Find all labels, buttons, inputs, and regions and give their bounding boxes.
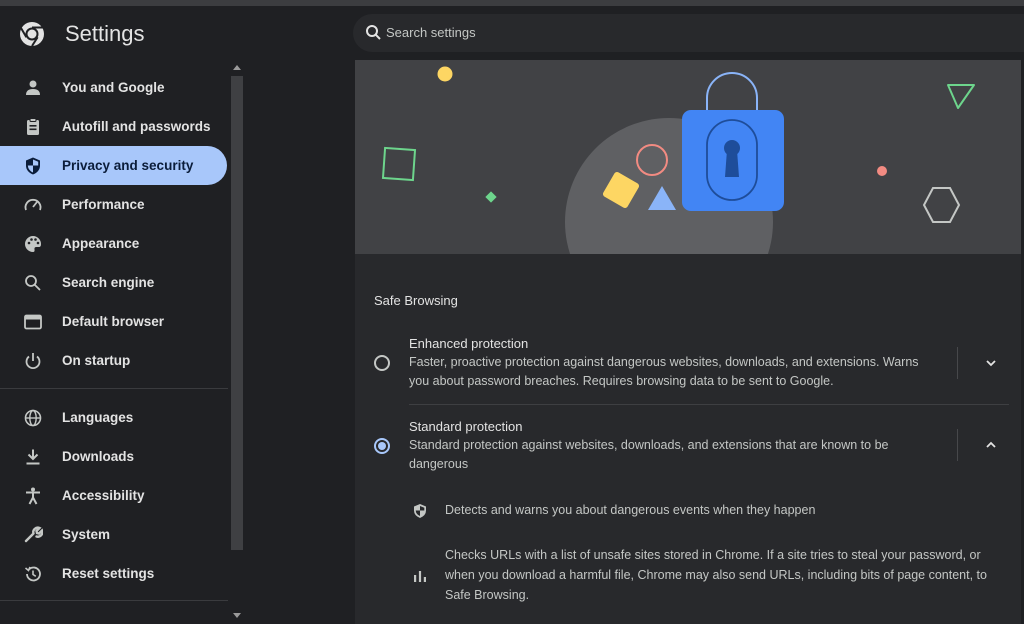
row-separator xyxy=(957,347,958,379)
row-separator xyxy=(957,429,958,461)
sidebar-item-default-browser[interactable]: Default browser xyxy=(0,302,227,341)
standard-protection-radio[interactable] xyxy=(374,438,390,454)
sidebar-item-performance[interactable]: Performance xyxy=(0,185,227,224)
scroll-up-arrow-icon[interactable] xyxy=(233,65,241,70)
history-icon xyxy=(24,566,41,582)
sidebar-item-privacy-and-security[interactable]: Privacy and security xyxy=(0,146,227,185)
sidebar-item-label: On startup xyxy=(62,353,131,368)
palette-icon xyxy=(25,236,41,252)
sidebar-divider xyxy=(0,600,228,601)
enhanced-protection-title: Enhanced protection xyxy=(409,336,529,351)
safe-browsing-card: Safe Browsing Enhanced protection Faster… xyxy=(355,60,1021,624)
sidebar-item-label: Privacy and security xyxy=(62,158,194,173)
person-icon xyxy=(26,80,40,95)
sidebar-item-label: Reset settings xyxy=(62,566,155,581)
chevron-up-icon[interactable] xyxy=(985,439,997,451)
sidebar: You and Google Autofill and passwords Pr… xyxy=(0,60,229,624)
shield-icon xyxy=(26,157,40,175)
sidebar-item-you-and-google[interactable]: You and Google xyxy=(0,68,227,107)
sidebar-scrollbar[interactable] xyxy=(229,60,245,624)
privacy-illustration xyxy=(355,60,1021,254)
enhanced-protection-radio[interactable] xyxy=(374,355,390,371)
sidebar-item-autofill[interactable]: Autofill and passwords xyxy=(0,107,227,146)
search-bar[interactable]: Search settings xyxy=(353,14,1024,52)
sidebar-item-reset-settings[interactable]: Reset settings xyxy=(0,554,227,593)
wrench-icon xyxy=(24,526,43,543)
standard-protection-title: Standard protection xyxy=(409,419,523,434)
clipboard-icon xyxy=(27,118,39,135)
header: Settings Search settings xyxy=(0,6,1024,60)
search-icon xyxy=(366,25,381,40)
scroll-thumb[interactable] xyxy=(231,76,243,550)
sidebar-item-search-engine[interactable]: Search engine xyxy=(0,263,227,302)
sidebar-item-label: Accessibility xyxy=(62,488,145,503)
sidebar-item-label: Downloads xyxy=(62,449,135,464)
sidebar-item-label: Performance xyxy=(62,197,145,212)
detail-text: Checks URLs with a list of unsafe sites … xyxy=(445,548,987,602)
speedometer-icon xyxy=(24,198,42,211)
sidebar-item-languages[interactable]: Languages xyxy=(0,398,227,437)
illustration-graphic xyxy=(381,66,975,254)
download-icon xyxy=(26,449,40,465)
detail-text: Detects and warns you about dangerous ev… xyxy=(445,503,816,517)
globe-icon xyxy=(24,409,42,427)
app-title: Settings xyxy=(65,21,145,46)
sidebar-item-label: Search engine xyxy=(62,275,155,290)
sidebar-divider xyxy=(0,388,228,389)
search-icon xyxy=(25,275,41,291)
sidebar-item-label: Appearance xyxy=(62,236,140,251)
sidebar-item-label: You and Google xyxy=(62,80,165,95)
sidebar-item-system[interactable]: System xyxy=(0,515,227,554)
power-icon xyxy=(25,353,41,370)
sidebar-item-label: Default browser xyxy=(62,314,165,329)
sidebar-item-label: Languages xyxy=(62,410,134,425)
browser-icon xyxy=(24,314,42,330)
chevron-down-icon[interactable] xyxy=(985,357,997,369)
bar-chart-icon xyxy=(414,571,426,582)
section-title: Safe Browsing xyxy=(374,293,458,308)
sidebar-item-accessibility[interactable]: Accessibility xyxy=(0,476,227,515)
sidebar-item-label: Autofill and passwords xyxy=(62,119,211,134)
accessibility-icon xyxy=(26,487,40,505)
standard-protection-description: Standard protection against websites, do… xyxy=(409,438,889,471)
sidebar-item-on-startup[interactable]: On startup xyxy=(0,341,227,380)
sidebar-item-appearance[interactable]: Appearance xyxy=(0,224,227,263)
sidebar-item-label: System xyxy=(62,527,111,542)
chrome-logo-icon xyxy=(20,22,44,47)
scroll-down-arrow-icon[interactable] xyxy=(233,613,241,618)
option-divider xyxy=(409,404,1009,405)
search-input[interactable]: Search settings xyxy=(386,25,476,40)
sidebar-item-downloads[interactable]: Downloads xyxy=(0,437,227,476)
enhanced-protection-description: Faster, proactive protection against dan… xyxy=(409,355,919,388)
shield-icon xyxy=(414,504,426,518)
